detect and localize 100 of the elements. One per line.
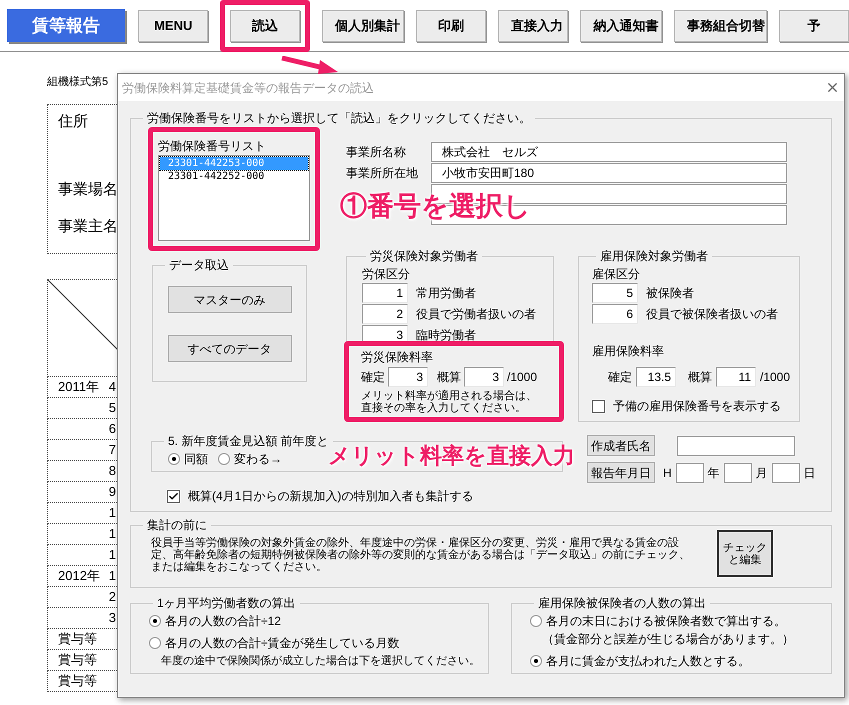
sheet-label: 事業場名 bbox=[58, 180, 118, 200]
rate-unit: /1000 bbox=[507, 369, 538, 386]
number-field[interactable]: 5 bbox=[592, 283, 638, 303]
year-cell-text: 2011年 bbox=[57, 378, 96, 396]
year-cell-text: 賞与等 bbox=[57, 672, 96, 690]
window-title: 労働保険料算定基礎賃金等の報告データの読込 bbox=[122, 80, 374, 96]
text-field[interactable]: 小牧市安田町180 bbox=[431, 163, 787, 183]
class-name: 役員で労働者扱いの者 bbox=[416, 306, 536, 323]
month-cell-text: 1 bbox=[108, 546, 116, 564]
class-name: 常用労働者 bbox=[416, 285, 476, 302]
field-label: 事業所所在地 bbox=[346, 165, 419, 182]
date-field[interactable] bbox=[676, 462, 704, 482]
radio-label: 同額 bbox=[184, 451, 208, 468]
date-field[interactable] bbox=[772, 462, 800, 482]
checkbox-label: 概算(4月1日からの新規加入)の特別加入者も集計する bbox=[188, 488, 474, 505]
group-title: 5. 新年度賃金見込額 前年度と bbox=[167, 433, 330, 450]
pointer-arrow bbox=[280, 56, 340, 76]
checkbox[interactable] bbox=[592, 400, 605, 412]
note-text: （賃金部分と誤差が生じる場合があります。） bbox=[541, 631, 795, 648]
author-field[interactable] bbox=[677, 436, 795, 456]
number-list[interactable]: 23301-442253-000 23301-442252-000 bbox=[158, 155, 310, 241]
toolbar-button[interactable]: 個人別集計 bbox=[322, 10, 404, 42]
import-button[interactable]: マスターのみ bbox=[168, 286, 292, 313]
month-cell-text: 3 bbox=[108, 609, 116, 628]
toolbar-button[interactable]: 事務組合切替 bbox=[674, 10, 767, 42]
radio-button[interactable] bbox=[218, 453, 230, 465]
radio-button[interactable] bbox=[530, 615, 542, 627]
toolbar-button[interactable]: 印刷 bbox=[416, 10, 486, 42]
number-field[interactable]: 11 bbox=[716, 367, 756, 387]
month-cell-text: 1 bbox=[108, 525, 116, 544]
date-unit: 月 bbox=[756, 464, 768, 482]
sheet-label: 事業主名 bbox=[58, 217, 118, 238]
date-unit: 年 bbox=[708, 464, 720, 482]
radio-label: 変わる→ bbox=[234, 451, 282, 468]
radio-button[interactable] bbox=[530, 655, 542, 667]
rate-label: 概算 bbox=[688, 369, 712, 386]
rate-label: 確定 bbox=[361, 369, 385, 386]
note-text: 年度の途中で保険関係が成立した場合は下を選択してください。 bbox=[160, 654, 480, 669]
checkbox[interactable] bbox=[167, 490, 180, 502]
report-date-button[interactable]: 報告年月日 bbox=[587, 462, 655, 483]
month-cell-text: 4 bbox=[108, 378, 116, 396]
number-field[interactable]: 3 bbox=[464, 367, 504, 387]
radio-label: 各月の人数の合計÷12 bbox=[165, 613, 281, 630]
check-edit-button[interactable]: チェックと編集 bbox=[717, 530, 773, 577]
month-cell-text: 9 bbox=[108, 483, 116, 502]
close-icon[interactable] bbox=[825, 80, 840, 95]
class-label: 雇保区分 bbox=[592, 266, 641, 283]
radio-button[interactable] bbox=[149, 637, 161, 649]
field-label: 事業所名称 bbox=[346, 144, 407, 161]
radio-button[interactable] bbox=[149, 615, 161, 627]
month-cell-text: 8 bbox=[108, 462, 116, 480]
toolbar-button[interactable]: 納入通知書 bbox=[580, 10, 662, 42]
instruction-text: 役員手当等労働保険の対象外賃金の除外、年度途中の労保・雇保区分の変更、労災・雇用で異なる賃金の設定、高年齢免除者の短期特例被保険者の除外等の変則的な賃金がある場合は「データ取込」の前にチェック、または編集をおこなってください。 bbox=[151, 537, 691, 573]
form-code: 組機様式第5 bbox=[47, 75, 108, 90]
list-item[interactable]: 23301-442252-000 bbox=[160, 170, 308, 183]
group-title: データ取込 bbox=[168, 257, 230, 274]
rate-title: 雇用保険料率 bbox=[592, 343, 665, 360]
number-field[interactable]: 13.5 bbox=[636, 367, 676, 387]
group-title: 労災保険対象労働者 bbox=[369, 248, 479, 265]
sheet-label: 住所 bbox=[58, 112, 88, 132]
class-label: 労保区分 bbox=[362, 266, 411, 283]
era-label: H bbox=[663, 464, 672, 482]
app-title: 賃等報告 bbox=[7, 9, 126, 42]
group-title: 集計の前に bbox=[146, 517, 208, 534]
date-field[interactable] bbox=[724, 462, 752, 482]
year-cell-text: 賞与等 bbox=[57, 651, 96, 670]
number-field[interactable]: 1 bbox=[362, 283, 408, 303]
class-name: 役員で被保険者扱いの者 bbox=[646, 306, 778, 323]
date-unit: 日 bbox=[804, 464, 816, 482]
rate-title: 労災保険料率 bbox=[361, 349, 434, 366]
month-cell-text: 6 bbox=[108, 420, 116, 438]
toolbar-button[interactable]: 読込 bbox=[230, 10, 300, 42]
toolbar-button[interactable]: MENU bbox=[138, 10, 208, 42]
callout-text: ①番号を選択し bbox=[340, 190, 531, 223]
author-button[interactable]: 作成者氏名 bbox=[587, 435, 655, 456]
number-field[interactable]: 2 bbox=[362, 304, 408, 324]
toolbar-button[interactable]: 予 bbox=[778, 10, 849, 42]
radio-label: 各月の末日における被保険者数で算出する。 bbox=[546, 613, 786, 630]
month-cell-text: 5 bbox=[108, 399, 116, 418]
callout-text: メリット料率を直接入力 bbox=[328, 442, 575, 470]
import-button[interactable]: すべてのデータ bbox=[168, 335, 292, 362]
group-title: 1ヶ月平均労働者数の算出 bbox=[156, 595, 297, 612]
month-cell-text: 2 bbox=[108, 588, 116, 606]
text-field[interactable]: 株式会社 セルズ bbox=[431, 142, 787, 162]
radio-label: 各月の人数の合計÷賃金が発生している月数 bbox=[165, 635, 400, 652]
year-cell-text: 賞与等 bbox=[57, 630, 96, 648]
rate-note: メリット料率が適用される場合は、直接その率を入力してください。 bbox=[361, 390, 538, 414]
number-field[interactable]: 3 bbox=[388, 367, 428, 387]
radio-label: 各月に賃金が支払われた人数とする。 bbox=[546, 653, 750, 670]
class-name: 被保険者 bbox=[646, 285, 694, 302]
toolbar-button[interactable]: 直接入力 bbox=[498, 10, 568, 42]
group-title: 労働保険番号をリストから選択して「読込」をクリックしてください。 bbox=[146, 110, 532, 127]
list-label: 労働保険番号リスト bbox=[158, 138, 267, 155]
rate-label: 概算 bbox=[437, 369, 461, 386]
number-field[interactable]: 6 bbox=[592, 304, 638, 324]
group-title: 雇用保険対象労働者 bbox=[599, 248, 709, 265]
month-cell-text: 1 bbox=[108, 504, 116, 522]
checkbox-label: 予備の雇用保険番号を表示する bbox=[613, 398, 781, 415]
month-cell-text: 7 bbox=[108, 441, 116, 460]
radio-button[interactable] bbox=[168, 453, 180, 465]
